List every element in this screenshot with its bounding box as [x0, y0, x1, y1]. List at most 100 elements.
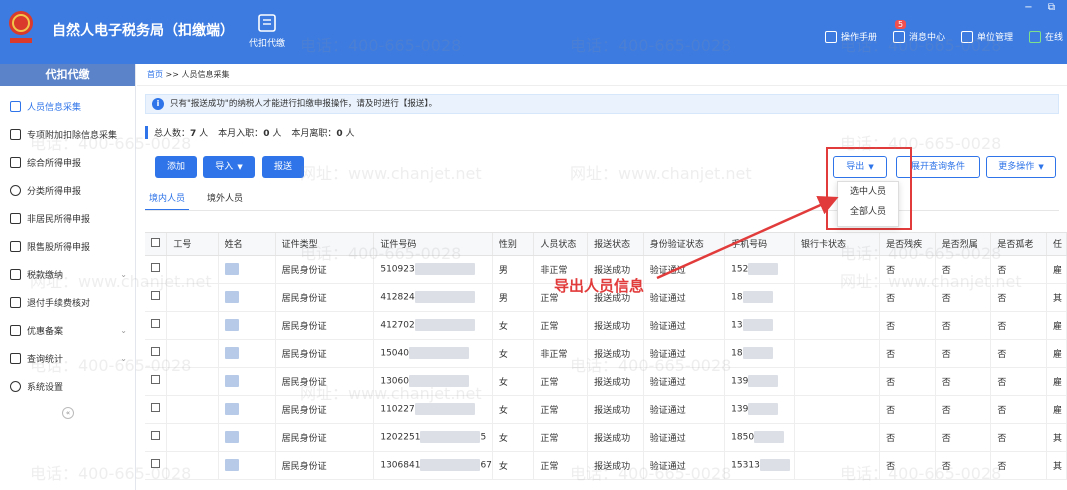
masked-name — [224, 431, 239, 443]
col-header[interactable]: 证件类型 — [275, 233, 375, 256]
tabs-divider — [145, 210, 1059, 211]
sidebar-item-comprehensive-income[interactable]: 综合所得申报 — [0, 148, 135, 176]
sidebar-item-label: 退付手续费核对 — [27, 298, 91, 309]
unit-icon — [960, 30, 973, 43]
sidebar-item-classified-income[interactable]: 分类所得申报 — [0, 176, 135, 204]
table-row[interactable]: 居民身份证 110227 女正常 报送成功 验证通过 139 否否否雇 — [145, 395, 1067, 424]
cell-name — [218, 451, 276, 480]
table-row[interactable]: 居民身份证 1202251 5 女正常 报送成功 验证通过 1850 否否否其 — [145, 423, 1067, 452]
manual-label: 操作手册 — [840, 33, 877, 43]
row-checkbox[interactable] — [145, 423, 168, 452]
cell-verify-status: 验证通过 — [643, 367, 726, 396]
col-header[interactable]: 任 — [1046, 233, 1067, 256]
cell-disabled: 否 — [879, 367, 936, 396]
person-icon — [10, 100, 21, 112]
sidebar-item-system-settings[interactable]: 系统设置 — [0, 372, 135, 400]
cell-submit-status: 报送成功 — [587, 395, 644, 424]
table-row[interactable]: 居民身份证 412702 女正常 报送成功 验证通过 13 否否否雇 — [145, 311, 1067, 340]
cell-id-type: 居民身份证 — [275, 311, 375, 340]
cell-verify-status: 验证通过 — [643, 339, 726, 368]
query-icon — [10, 352, 21, 364]
sidebar-item-refund-fee[interactable]: 退付手续费核对 — [0, 288, 135, 316]
sidebar-item-query-stats[interactable]: 查询统计 ⌄ — [0, 344, 135, 372]
cell-verify-status: 验证通过 — [643, 423, 726, 452]
add-button[interactable]: 添加 — [155, 156, 197, 178]
col-header[interactable]: 是否孤老 — [990, 233, 1048, 256]
tab-domestic[interactable]: 境内人员 — [145, 189, 190, 211]
col-header[interactable]: 身份验证状态 — [643, 233, 726, 256]
export-button[interactable]: 导出 ▼ — [833, 156, 887, 178]
col-header[interactable]: 银行卡状态 — [794, 233, 881, 256]
col-header[interactable]: 工号 — [166, 233, 219, 256]
cell-disabled: 否 — [879, 255, 936, 284]
gear-icon — [10, 380, 21, 392]
sidebar-item-tax-payment[interactable]: 税款缴纳 ⌄ — [0, 260, 135, 288]
receipt-icon — [10, 296, 21, 308]
cell-disabled: 否 — [879, 451, 936, 480]
tab-overseas[interactable]: 境外人员 — [203, 189, 247, 211]
row-checkbox[interactable] — [145, 283, 168, 312]
sidebar-item-nonresident-income[interactable]: 非居民所得申报 — [0, 204, 135, 232]
col-header[interactable]: 性别 — [492, 233, 535, 256]
export-selected-option[interactable]: 选中人员 — [838, 182, 898, 202]
message-center-button[interactable]: 5 消息中心 — [892, 20, 945, 43]
table-row[interactable]: 居民身份证 15040 女非正常 报送成功 验证通过 18 否否否雇 — [145, 339, 1067, 368]
select-all-checkbox[interactable] — [145, 233, 168, 256]
row-checkbox[interactable] — [145, 339, 168, 368]
cell-martyr: 否 — [935, 283, 992, 312]
table-row[interactable]: 居民身份证 13060 女正常 报送成功 验证通过 139 否否否雇 — [145, 367, 1067, 396]
export-all-option[interactable]: 全部人员 — [838, 202, 898, 222]
cell-gender: 女 — [492, 423, 535, 452]
online-status-button[interactable]: 在线 — [1028, 30, 1063, 43]
sidebar-item-special-deduction[interactable]: 专项附加扣除信息采集 — [0, 120, 135, 148]
collapse-sidebar-button[interactable]: « — [62, 407, 74, 419]
chevron-down-icon: ⌄ — [120, 269, 127, 279]
col-header[interactable]: 手机号码 — [724, 233, 796, 256]
cell-name — [218, 311, 276, 340]
submit-button[interactable]: 报送 — [262, 156, 304, 178]
cell-id-type: 居民身份证 — [275, 283, 375, 312]
tab-withholding[interactable]: 代扣代缴 — [238, 10, 296, 56]
cell-employee-no — [166, 395, 219, 424]
import-button[interactable]: 导入 ▼ — [203, 156, 255, 178]
window-controls[interactable]: − ⧉ — [1024, 2, 1061, 13]
unit-management-button[interactable]: 单位管理 — [960, 30, 1013, 43]
masked-name — [224, 291, 239, 303]
cell-employee-no — [166, 339, 219, 368]
row-checkbox[interactable] — [145, 367, 168, 396]
sidebar-item-label: 人员信息采集 — [27, 102, 82, 113]
breadcrumb-home[interactable]: 首页 — [147, 70, 163, 79]
cell-extra: 其 — [1046, 451, 1067, 480]
breadcrumb: 首页 >> 人员信息采集 — [137, 64, 1067, 86]
col-header[interactable]: 姓名 — [218, 233, 276, 256]
col-header[interactable]: 是否残疾 — [879, 233, 936, 256]
table-row[interactable]: 居民身份证 1306841 67 女正常 报送成功 验证通过 15313 否否否其 — [145, 451, 1067, 480]
sidebar-item-preferential-filing[interactable]: 优惠备案 ⌄ — [0, 316, 135, 344]
cell-id-type: 居民身份证 — [275, 339, 375, 368]
row-checkbox[interactable] — [145, 395, 168, 424]
col-header[interactable]: 人员状态 — [533, 233, 589, 256]
sidebar-item-restricted-stock[interactable]: 限售股所得申报 — [0, 232, 135, 260]
cell-id-no: 13060 — [373, 367, 493, 396]
sidebar-item-label: 非居民所得申报 — [27, 214, 91, 225]
manual-button[interactable]: 操作手册 — [824, 30, 877, 43]
masked-phone — [742, 347, 773, 359]
cell-employee-no — [166, 423, 219, 452]
row-checkbox[interactable] — [145, 451, 168, 480]
more-actions-button[interactable]: 更多操作 ▼ — [986, 156, 1056, 178]
row-checkbox[interactable] — [145, 311, 168, 340]
col-header[interactable]: 是否烈属 — [935, 233, 992, 256]
masked-name — [224, 347, 239, 359]
expand-query-button[interactable]: 展开查询条件 — [896, 156, 980, 178]
sidebar-title: 代扣代缴 — [0, 64, 135, 86]
row-checkbox[interactable] — [145, 255, 168, 284]
sidebar-item-label: 税款缴纳 — [27, 270, 64, 281]
header-actions: 操作手册 5 消息中心 单位管理 在线 — [824, 20, 1063, 43]
annotation-text: 导出人员信息 — [554, 277, 645, 295]
col-header[interactable]: 证件号码 — [373, 233, 493, 256]
sidebar-item-personnel-info[interactable]: 人员信息采集 — [0, 92, 135, 120]
col-header[interactable]: 报送状态 — [587, 233, 644, 256]
cell-id-type: 居民身份证 — [275, 395, 375, 424]
cell-martyr: 否 — [935, 367, 992, 396]
tab-withholding-label: 代扣代缴 — [248, 39, 285, 49]
